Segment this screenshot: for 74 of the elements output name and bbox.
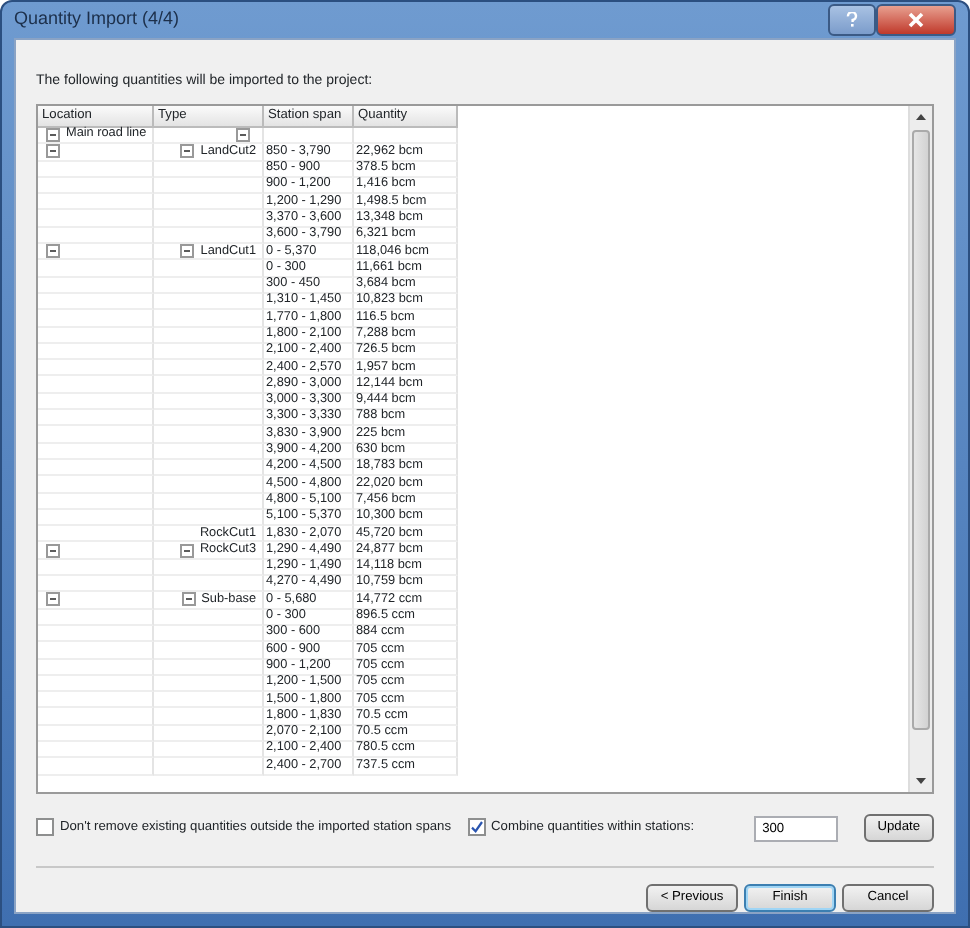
table-cell — [154, 692, 264, 709]
table-cell — [154, 625, 264, 643]
table-cell — [154, 393, 264, 411]
collapse-toggle[interactable] — [46, 144, 60, 159]
table-cell — [38, 659, 154, 676]
collapse-toggle[interactable] — [46, 244, 60, 259]
collapse-toggle[interactable] — [180, 244, 195, 259]
table-cell — [154, 426, 264, 444]
table-cell — [154, 659, 264, 676]
table-cell — [38, 509, 154, 527]
collapse-toggle[interactable] — [46, 592, 60, 607]
table-cell — [38, 343, 154, 361]
table-cell — [38, 725, 154, 742]
table-cell — [154, 741, 264, 759]
table-cell — [154, 360, 264, 377]
table-cell — [154, 459, 264, 477]
checkbox[interactable] — [467, 818, 486, 837]
table-cell — [38, 376, 154, 394]
collapse-toggle[interactable] — [46, 128, 60, 143]
table-cell — [154, 210, 264, 228]
checkbox[interactable] — [36, 818, 54, 837]
table-cell — [154, 708, 264, 726]
table-cell — [38, 360, 154, 377]
table-cell — [38, 625, 154, 643]
table-cell — [38, 476, 154, 494]
table-cell — [38, 443, 154, 460]
table-cell — [38, 708, 154, 726]
table-cell — [38, 194, 154, 211]
table-cell — [154, 293, 264, 311]
table-cell — [154, 277, 264, 294]
table-cell — [38, 642, 154, 659]
collapse-toggle[interactable] — [181, 592, 196, 607]
table-cell — [38, 327, 154, 344]
table-cell — [154, 194, 264, 211]
table-cell — [154, 642, 264, 659]
table-cell — [154, 758, 264, 776]
table-cell — [38, 210, 154, 228]
table-cell — [38, 493, 154, 510]
table-cell — [38, 758, 154, 776]
table-cell — [154, 410, 264, 427]
table-cell — [154, 493, 264, 510]
window-title: Quantity Import (4/4) — [14, 6, 182, 32]
table-cell — [154, 509, 264, 527]
close-icon — [908, 11, 924, 28]
collapse-toggle[interactable] — [236, 128, 250, 143]
table-cell — [38, 293, 154, 311]
table-cell — [38, 675, 154, 693]
collapse-toggle[interactable] — [180, 144, 195, 159]
table-cell — [154, 327, 264, 344]
table-cell — [38, 410, 154, 427]
table-cell — [154, 443, 264, 460]
table-cell — [38, 741, 154, 759]
table-cell — [38, 277, 154, 294]
table-cell — [154, 310, 264, 328]
table-cell — [38, 459, 154, 477]
scrollbar[interactable] — [908, 106, 932, 792]
table-cell — [154, 675, 264, 693]
table-cell — [154, 343, 264, 361]
table-cell — [154, 476, 264, 494]
table-cell — [38, 692, 154, 709]
table-cell — [154, 725, 264, 742]
table-cell — [38, 393, 154, 411]
collapse-toggle[interactable] — [46, 543, 60, 558]
table-cell — [154, 376, 264, 394]
table-cell — [38, 310, 154, 328]
close-button[interactable] — [876, 3, 956, 36]
help-icon — [846, 11, 858, 28]
help-button[interactable] — [828, 3, 876, 36]
table-cell — [38, 177, 154, 195]
table-cell — [154, 177, 264, 195]
scroll-thumb[interactable] — [912, 130, 930, 730]
collapse-toggle[interactable] — [179, 543, 194, 558]
table-cell — [354, 128, 458, 145]
table-cell — [38, 426, 154, 444]
